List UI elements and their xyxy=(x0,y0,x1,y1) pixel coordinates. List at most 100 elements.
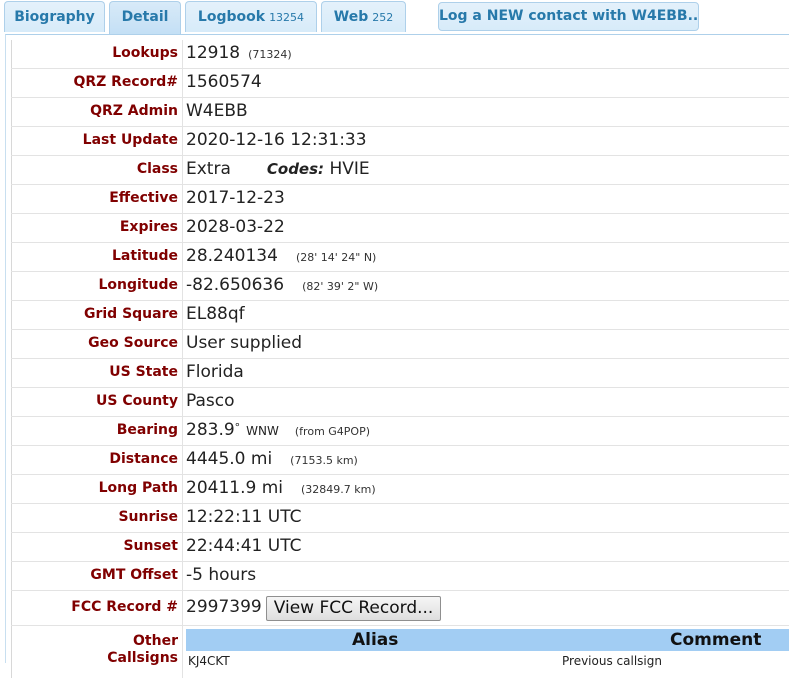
sunrise-row: Sunrise 12:22:11 UTC xyxy=(11,503,789,532)
class-value: Extra xyxy=(186,159,231,179)
other-callsigns-row: Other Callsigns Alias Comment KJ4CKT Pre… xyxy=(11,625,789,678)
long-path-km: (32849.7 km) xyxy=(301,483,376,496)
long-path-value: 20411.9 mi xyxy=(186,478,283,498)
expires-row: Expires 2028-03-22 xyxy=(11,213,789,242)
alias-column-header: Alias xyxy=(352,630,399,650)
tab-logbook[interactable]: Logbook 13254 xyxy=(185,1,317,32)
expires-label: Expires xyxy=(11,214,183,242)
long-path-cell: 20411.9 mi (32849.7 km) xyxy=(186,475,376,503)
lookups-value: 12918 xyxy=(186,43,241,63)
distance-cell: 4445.0 mi (7153.5 km) xyxy=(186,446,358,474)
distance-label: Distance xyxy=(11,446,183,474)
gmt-offset-row: GMT Offset -5 hours xyxy=(11,561,789,590)
effective-label: Effective xyxy=(11,185,183,213)
longitude-value: -82.650636 xyxy=(186,275,285,295)
view-fcc-record-button[interactable]: View FCC Record... xyxy=(265,596,442,621)
tab-detail[interactable]: Detail xyxy=(109,1,181,35)
effective-value: 2017-12-23 xyxy=(186,188,285,208)
latitude-cell: 28.240134 (28' 14' 24" N) xyxy=(186,243,376,271)
qrz-record-row: QRZ Record# 1560574 xyxy=(11,68,789,97)
bearing-row: Bearing 283.9° WNW (from G4POP) xyxy=(11,416,789,445)
last-update-label: Last Update xyxy=(11,127,183,155)
longitude-cell: -82.650636 (82' 39' 2" W) xyxy=(186,272,378,300)
comment-cell: Previous callsign xyxy=(562,654,662,668)
qrz-record-label: QRZ Record# xyxy=(11,69,183,97)
effective-row: Effective 2017-12-23 xyxy=(11,184,789,213)
other-callsigns-label-line2: Callsigns xyxy=(107,650,178,666)
lookups-total: (71324) xyxy=(248,48,292,61)
us-county-label: US County xyxy=(11,388,183,416)
longitude-dms: (82' 39' 2" W) xyxy=(302,280,379,293)
tab-logbook-label: Logbook xyxy=(197,9,266,25)
codes-value: HVIE xyxy=(329,159,370,179)
table-row: KJ4CKT Previous callsign xyxy=(186,651,789,671)
tab-biography-label: Biography xyxy=(14,9,95,25)
us-state-label: US State xyxy=(11,359,183,387)
expires-value: 2028-03-22 xyxy=(186,217,285,237)
sunrise-value: 12:22:11 UTC xyxy=(186,507,302,527)
alias-table-header: Alias Comment xyxy=(186,629,789,651)
bearing-cell: 283.9° WNW (from G4POP) xyxy=(186,417,370,445)
sunset-label: Sunset xyxy=(11,533,183,561)
us-county-row: US County Pasco xyxy=(11,387,789,416)
qrz-admin-label: QRZ Admin xyxy=(11,98,183,126)
fcc-record-value: 2997399 xyxy=(186,597,262,617)
other-callsigns-label-line1: Other xyxy=(133,633,178,649)
qrz-record-value: 1560574 xyxy=(186,72,262,92)
tab-web-count: 252 xyxy=(372,11,394,24)
fcc-record-cell: 2997399 View FCC Record... xyxy=(186,591,442,624)
us-state-value: Florida xyxy=(186,362,244,382)
bearing-label: Bearing xyxy=(11,417,183,445)
class-label: Class xyxy=(11,156,183,184)
sunset-row: Sunset 22:44:41 UTC xyxy=(11,532,789,561)
sunset-value: 22:44:41 UTC xyxy=(186,536,302,556)
last-update-row: Last Update 2020-12-16 12:31:33 xyxy=(11,126,789,155)
lookups-label: Lookups xyxy=(11,40,183,68)
grid-square-row: Grid Square EL88qf xyxy=(11,300,789,329)
bearing-degree: ° xyxy=(234,421,241,434)
us-state-row: US State Florida xyxy=(11,358,789,387)
tab-logbook-count: 13254 xyxy=(269,11,305,24)
grid-square-value: EL88qf xyxy=(186,304,245,324)
tab-web[interactable]: Web 252 xyxy=(321,1,406,32)
latitude-value: 28.240134 xyxy=(186,246,278,266)
grid-square-label: Grid Square xyxy=(11,301,183,329)
long-path-label: Long Path xyxy=(11,475,183,503)
class-cell: Extra Codes: HVIE xyxy=(186,156,370,183)
bearing-value: 283.9 xyxy=(186,420,235,440)
detail-panel: Lookups 12918 (71324) QRZ Record# 1560574… xyxy=(5,34,789,678)
gmt-offset-value: -5 hours xyxy=(186,565,257,585)
codes-label: Codes: xyxy=(266,160,325,178)
bearing-origin: (from G4POP) xyxy=(294,425,371,438)
qrz-admin-value: W4EBB xyxy=(186,101,248,121)
long-path-row: Long Path 20411.9 mi (32849.7 km) xyxy=(11,474,789,503)
other-callsigns-label: Other Callsigns xyxy=(11,626,183,678)
tab-biography[interactable]: Biography xyxy=(4,1,105,32)
distance-km: (7153.5 km) xyxy=(290,454,358,467)
lookups-row: Lookups 12918 (71324) xyxy=(11,40,789,68)
lookups-cell: 12918 (71324) xyxy=(186,40,292,68)
comment-column-header: Comment xyxy=(670,630,762,650)
gmt-offset-label: GMT Offset xyxy=(11,562,183,590)
geo-source-row: Geo Source User supplied xyxy=(11,329,789,358)
bearing-direction: WNW xyxy=(246,424,279,438)
longitude-row: Longitude -82.650636 (82' 39' 2" W) xyxy=(11,271,789,300)
geo-source-value: User supplied xyxy=(186,333,303,353)
class-row: Class Extra Codes: HVIE xyxy=(11,155,789,184)
latitude-label: Latitude xyxy=(11,243,183,271)
tab-detail-label: Detail xyxy=(121,9,169,25)
alias-cell: KJ4CKT xyxy=(188,654,230,668)
qrz-admin-row: QRZ Admin W4EBB xyxy=(11,97,789,126)
tab-bar: Biography Detail Logbook 13254 Web 252 Log… xyxy=(0,0,789,35)
tab-web-label: Web xyxy=(333,9,369,25)
sunrise-label: Sunrise xyxy=(11,504,183,532)
distance-row: Distance 4445.0 mi (7153.5 km) xyxy=(11,445,789,474)
detail-grid: Lookups 12918 (71324) QRZ Record# 1560574… xyxy=(11,40,789,678)
log-new-contact-button[interactable]: Log a NEW contact with W4EBB... xyxy=(438,2,699,31)
longitude-label: Longitude xyxy=(11,272,183,300)
latitude-dms: (28' 14' 24" N) xyxy=(295,251,377,264)
distance-value: 4445.0 mi xyxy=(186,449,273,469)
us-county-value: Pasco xyxy=(186,391,235,411)
alias-table: Alias Comment KJ4CKT Previous callsign xyxy=(186,629,789,671)
last-update-value: 2020-12-16 12:31:33 xyxy=(186,130,367,150)
